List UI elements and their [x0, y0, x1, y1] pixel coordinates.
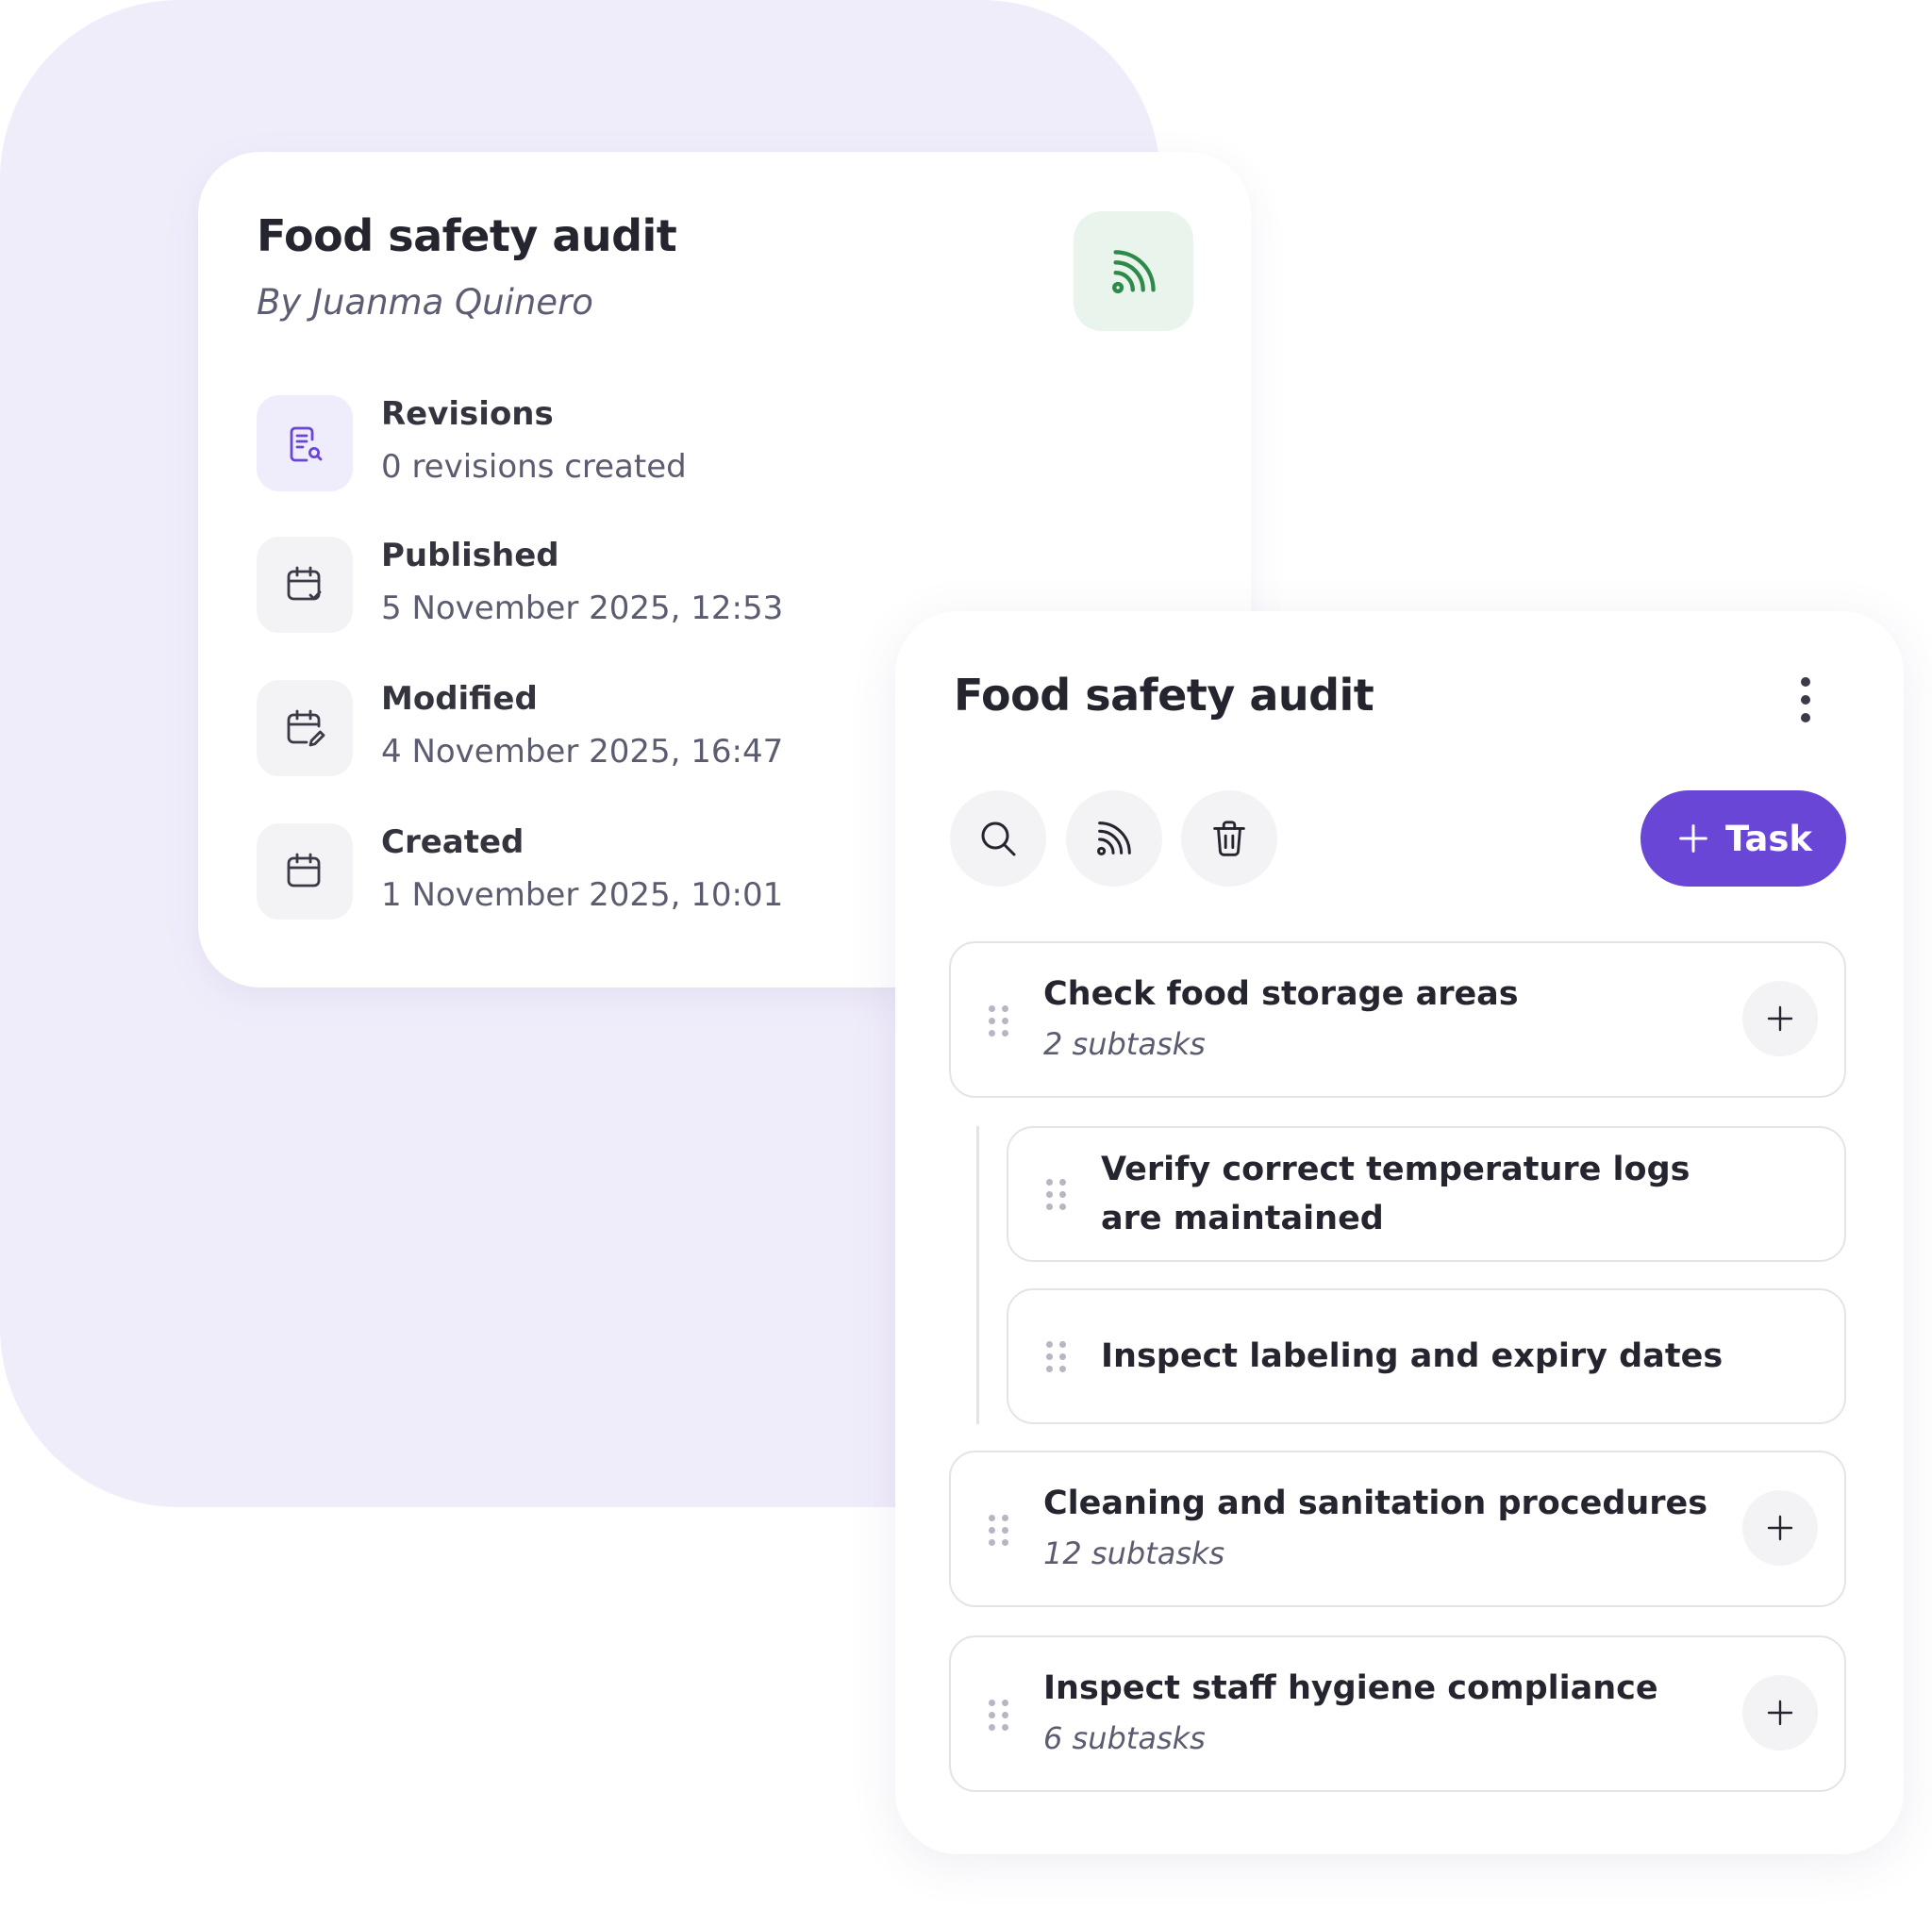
- task-item[interactable]: Check food storage areas 2 subtasks: [949, 941, 1846, 1098]
- add-task-button[interactable]: Task: [1641, 790, 1846, 887]
- meta-value: 1 November 2025, 10:01: [381, 876, 784, 914]
- add-subtask-button[interactable]: [1742, 1490, 1818, 1566]
- plus-icon: [1767, 1700, 1793, 1726]
- task-name: Cleaning and sanitation procedures: [1043, 1485, 1708, 1522]
- task-name: Inspect labeling and expiry dates: [1101, 1337, 1724, 1375]
- trash-icon: [1213, 821, 1245, 856]
- rss-icon: [1111, 249, 1156, 293]
- search-icon: [981, 821, 1016, 856]
- meta-value: 5 November 2025, 12:53: [381, 589, 784, 627]
- add-subtask-button[interactable]: [1742, 981, 1818, 1056]
- meta-label: Published: [381, 537, 559, 574]
- drag-handle-icon[interactable]: [1046, 1341, 1066, 1373]
- document-search-icon: [257, 395, 353, 491]
- drag-handle-icon[interactable]: [989, 1515, 1008, 1547]
- plus-icon: [1767, 1005, 1793, 1032]
- task-subtask-count: 12 subtasks: [1043, 1535, 1225, 1571]
- drag-handle-icon[interactable]: [989, 1700, 1008, 1732]
- meta-value: 0 revisions created: [381, 448, 687, 486]
- details-title: Food safety audit: [257, 210, 677, 261]
- delete-button[interactable]: [1181, 790, 1277, 887]
- meta-label: Revisions: [381, 395, 554, 433]
- calendar-check-icon: [257, 537, 353, 633]
- task-name: Inspect staff hygiene compliance: [1043, 1669, 1658, 1707]
- task-name: Verify correct temperature logs are main…: [1101, 1151, 1690, 1237]
- task-item[interactable]: Inspect staff hygiene compliance 6 subta…: [949, 1635, 1846, 1792]
- meta-value: 4 November 2025, 16:47: [381, 733, 784, 771]
- plus-icon: [1679, 824, 1707, 853]
- task-panel: Food safety audit Task Check food storag…: [895, 611, 1904, 1854]
- calendar-icon: [257, 823, 353, 920]
- plus-icon: [1767, 1515, 1793, 1541]
- drag-handle-icon[interactable]: [1046, 1179, 1066, 1211]
- calendar-edit-icon: [257, 680, 353, 776]
- meta-row-revisions: Revisions 0 revisions created: [257, 395, 1106, 491]
- search-button[interactable]: [950, 790, 1046, 887]
- details-author: By Juanma Quinero: [257, 282, 593, 323]
- task-name: Check food storage areas: [1043, 975, 1519, 1013]
- task-item[interactable]: Cleaning and sanitation procedures 12 su…: [949, 1451, 1846, 1607]
- rss-badge[interactable]: [1074, 211, 1193, 331]
- meta-label: Created: [381, 823, 525, 861]
- drag-handle-icon[interactable]: [989, 1005, 1008, 1037]
- subtask-item[interactable]: Verify correct temperature logs are main…: [1007, 1126, 1846, 1262]
- rss-icon: [1096, 821, 1131, 856]
- task-subtask-count: 2 subtasks: [1043, 1026, 1206, 1062]
- task-subtask-count: 6 subtasks: [1043, 1720, 1206, 1756]
- add-subtask-button[interactable]: [1742, 1675, 1818, 1750]
- rss-button[interactable]: [1066, 790, 1162, 887]
- meta-label: Modified: [381, 680, 538, 718]
- subtask-item[interactable]: Inspect labeling and expiry dates: [1007, 1288, 1846, 1424]
- panel-title: Food safety audit: [954, 670, 1374, 721]
- add-task-label: Task: [1724, 818, 1813, 859]
- more-vertical-icon[interactable]: [1791, 673, 1820, 726]
- subtask-tree-line: [976, 1126, 979, 1424]
